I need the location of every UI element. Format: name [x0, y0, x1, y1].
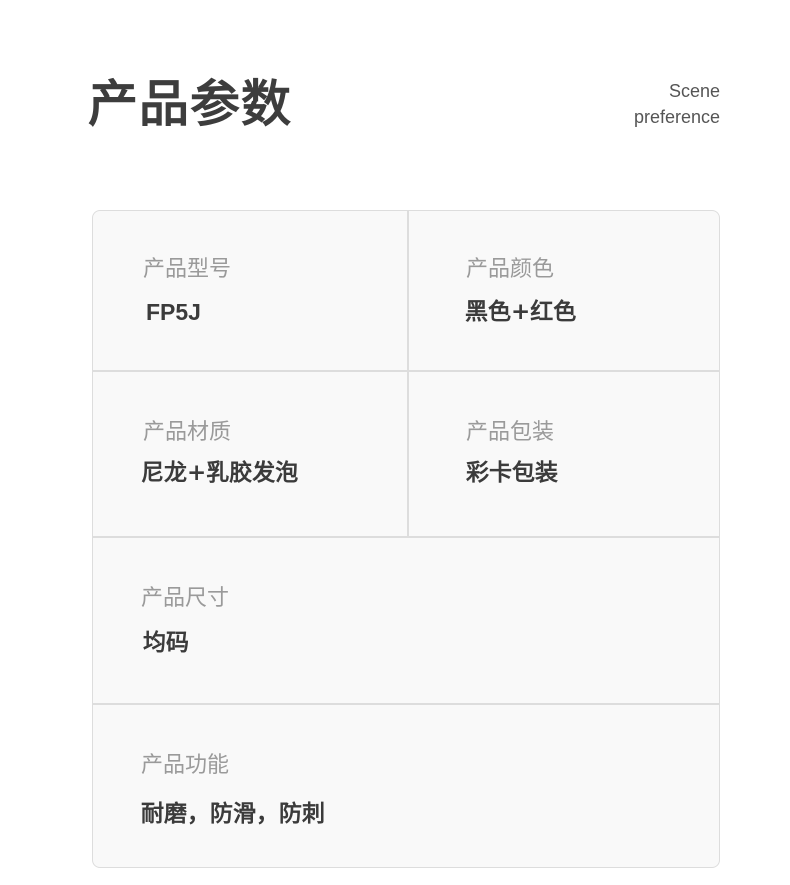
- spec-label: 产品尺寸: [141, 586, 230, 611]
- subtitle-line-2: preference: [633, 107, 720, 127]
- spec-label: 产品材质: [143, 420, 232, 445]
- spec-value: 黑色+红色: [465, 299, 577, 325]
- page-subtitle: Scene preference: [634, 78, 720, 130]
- spec-value: 彩卡包装: [466, 460, 558, 486]
- subtitle-line-1: Scene: [668, 81, 720, 101]
- spec-value: 尼龙+乳胶发泡: [141, 460, 299, 486]
- spec-table: 产品型号 FP5J 产品颜色 黑色+红色 产品材质 尼龙+乳胶发泡 产品包装 彩…: [92, 210, 720, 868]
- page-title: 产品参数: [88, 75, 292, 133]
- spec-cell-packaging: 产品包装 彩卡包装: [408, 371, 719, 536]
- spec-cell-model: 产品型号 FP5J: [93, 211, 407, 370]
- spec-label: 产品功能: [141, 753, 230, 778]
- spec-value: 均码: [143, 630, 189, 656]
- spec-cell-function: 产品功能 耐磨，防滑，防刺: [93, 705, 719, 867]
- spec-label: 产品包装: [466, 420, 555, 445]
- spec-label: 产品型号: [143, 257, 232, 282]
- spec-cell-color: 产品颜色 黑色+红色: [408, 211, 719, 370]
- spec-value: FP5J: [146, 299, 201, 325]
- spec-cell-material: 产品材质 尼龙+乳胶发泡: [93, 371, 407, 536]
- spec-value: 耐磨，防滑，防刺: [141, 801, 325, 827]
- spec-cell-size: 产品尺寸 均码: [93, 538, 719, 703]
- spec-label: 产品颜色: [466, 257, 555, 282]
